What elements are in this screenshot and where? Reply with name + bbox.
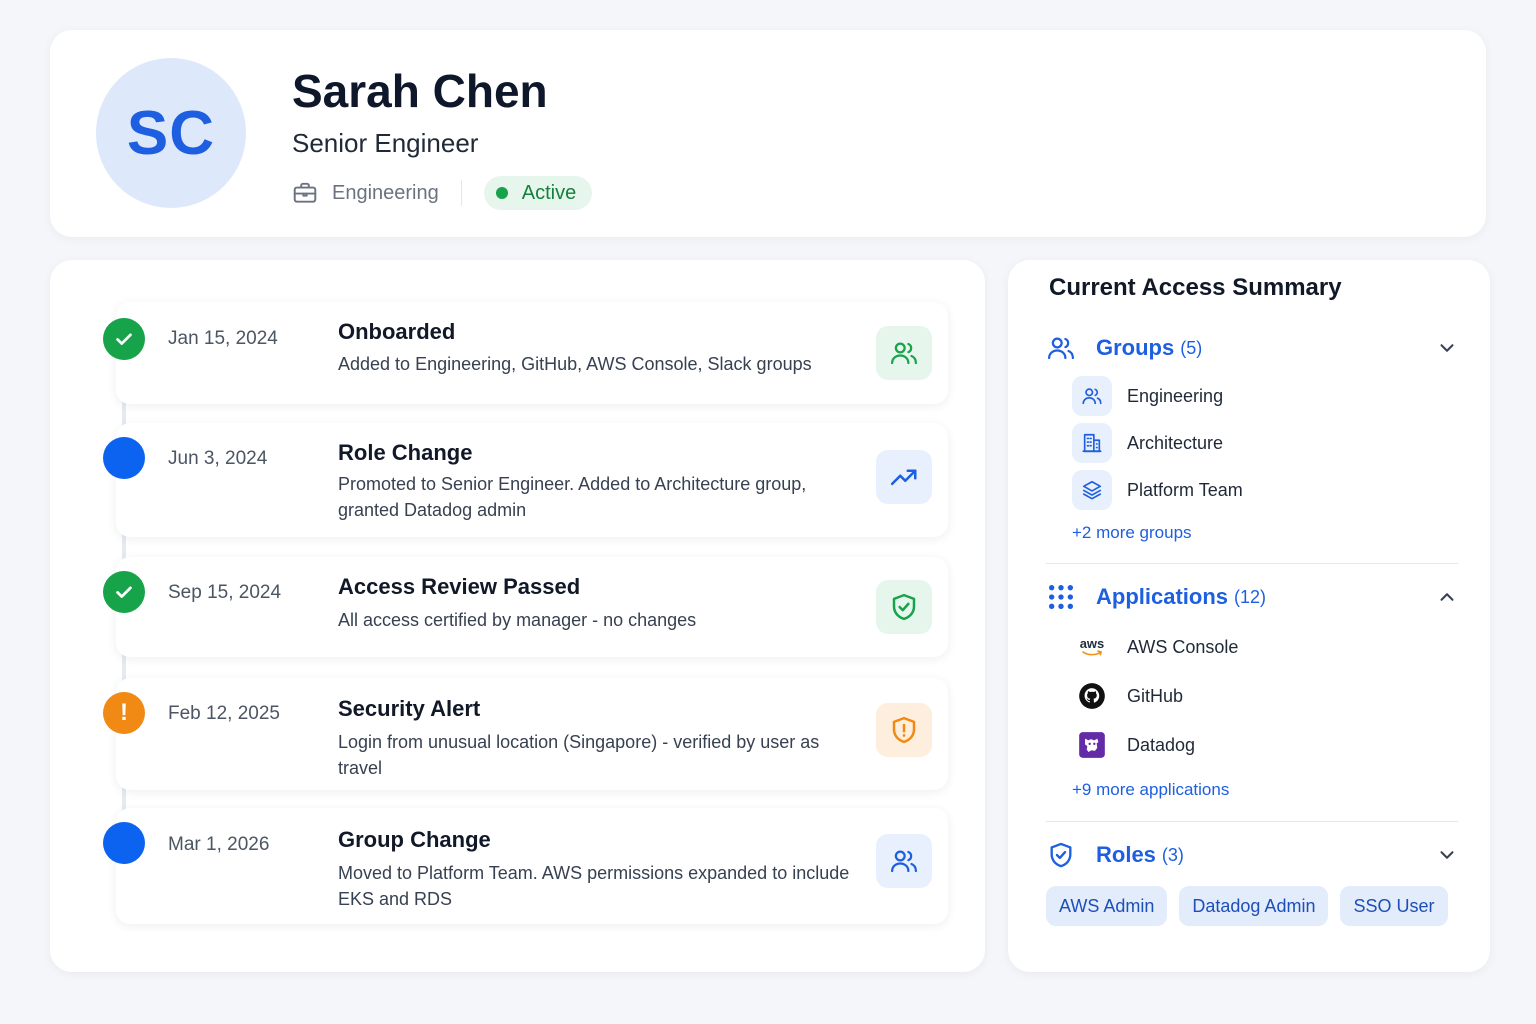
users-icon	[876, 834, 932, 888]
group-item-platform-team[interactable]: Platform Team	[1072, 470, 1243, 510]
aws-logo-icon: aws	[1072, 627, 1112, 667]
more-applications-link[interactable]: +9 more applications	[1072, 780, 1229, 800]
app-label: GitHub	[1127, 685, 1184, 706]
roles-label: Roles	[1096, 842, 1156, 867]
event-title: Security Alert	[338, 696, 481, 721]
groups-label: Groups	[1096, 335, 1175, 360]
groups-section-header[interactable]: Groups (5)	[1046, 330, 1458, 366]
grid-icon	[1046, 582, 1076, 612]
layers-icon	[1072, 470, 1112, 510]
aws-logo-text: aws	[1079, 635, 1105, 651]
chevron-down-icon[interactable]	[1436, 844, 1458, 866]
role-chip[interactable]: AWS Admin	[1046, 886, 1168, 926]
department-label: Engineering	[332, 181, 439, 204]
timeline-event-security-alert[interactable]: Feb 12, 2025 Security Alert Login from u…	[116, 678, 948, 790]
event-description: Promoted to Senior Engineer. Added to Ar…	[338, 474, 807, 520]
trending-up-icon	[876, 450, 932, 504]
section-divider	[1046, 821, 1458, 822]
event-title: Access Review Passed	[338, 574, 581, 599]
event-date: Jan 15, 2024	[168, 328, 278, 349]
applications-label: Applications	[1096, 584, 1229, 609]
access-summary: Current Access Summary Groups (5) Engine…	[1008, 260, 1490, 972]
profile-title: Senior Engineer	[292, 128, 479, 158]
briefcase-icon	[292, 180, 318, 206]
datadog-icon	[1072, 725, 1112, 765]
status-dot-icon	[495, 187, 508, 199]
group-label: Architecture	[1127, 432, 1224, 453]
app-label: Datadog	[1127, 734, 1196, 755]
timeline-event-group-change[interactable]: Mar 1, 2026 Group Change Moved to Platfo…	[116, 808, 948, 924]
building-icon	[1072, 423, 1112, 463]
summary-title: Current Access Summary	[1049, 274, 1342, 301]
event-title: Role Change	[338, 440, 473, 465]
event-description: Added to Engineering, GitHub, AWS Consol…	[338, 354, 812, 374]
event-description: All access certified by manager - no cha…	[338, 610, 697, 630]
shield-check-icon	[876, 580, 932, 634]
shield-alert-icon	[876, 703, 932, 757]
access-timeline: Jan 15, 2024 Onboarded Added to Engineer…	[50, 260, 985, 972]
more-groups-link[interactable]: +2 more groups	[1072, 523, 1192, 543]
chevron-down-icon[interactable]	[1436, 337, 1458, 359]
group-label: Platform Team	[1127, 479, 1243, 500]
timeline-event-role-change[interactable]: Jun 3, 2024 Role Change Promoted to Seni…	[116, 423, 948, 537]
check-circle-icon	[103, 318, 145, 360]
avatar: SC	[96, 58, 246, 208]
event-date: Sep 15, 2024	[168, 582, 282, 603]
timeline-event-access-review[interactable]: Sep 15, 2024 Access Review Passed All ac…	[116, 557, 948, 657]
alert-circle-icon: !	[103, 692, 145, 734]
status-label: Active	[521, 181, 577, 204]
app-label: AWS Console	[1127, 636, 1239, 657]
roles-count: (3)	[1161, 844, 1184, 865]
profile-header: SC Sarah Chen Senior Engineer Engineerin…	[50, 30, 1486, 237]
event-description: Moved to Platform Team. AWS permissions …	[338, 863, 850, 909]
timeline-event-onboarded[interactable]: Jan 15, 2024 Onboarded Added to Engineer…	[116, 302, 948, 404]
users-icon	[1072, 376, 1112, 416]
github-icon	[1072, 676, 1112, 716]
applications-section-header[interactable]: Applications (12)	[1046, 579, 1458, 615]
role-chip[interactable]: Datadog Admin	[1179, 886, 1329, 926]
timeline-dot-icon	[103, 437, 145, 479]
check-circle-icon	[103, 571, 145, 613]
meta-divider	[460, 180, 462, 206]
event-date: Mar 1, 2026	[168, 834, 270, 855]
section-divider	[1046, 563, 1458, 564]
role-chip[interactable]: SSO User	[1340, 886, 1448, 926]
app-item-aws-console[interactable]: aws AWS Console	[1072, 627, 1238, 667]
group-item-architecture[interactable]: Architecture	[1072, 423, 1223, 463]
event-title: Onboarded	[338, 319, 456, 344]
group-label: Engineering	[1127, 385, 1224, 406]
app-item-datadog[interactable]: Datadog	[1072, 725, 1195, 765]
app-item-github[interactable]: GitHub	[1072, 676, 1183, 716]
roles-section-header[interactable]: Roles (3)	[1046, 837, 1458, 873]
applications-count: (12)	[1234, 586, 1267, 607]
profile-meta: Engineering Active	[292, 176, 593, 210]
users-icon	[1046, 333, 1076, 363]
role-chips: AWS Admin Datadog Admin SSO User	[1046, 886, 1460, 926]
status-badge: Active	[483, 176, 593, 210]
event-date: Jun 3, 2024	[168, 448, 268, 469]
timeline-dot-icon	[103, 822, 145, 864]
profile-name: Sarah Chen	[292, 65, 548, 117]
groups-count: (5)	[1180, 337, 1203, 358]
users-icon	[876, 326, 932, 380]
shield-icon	[1046, 840, 1076, 870]
event-title: Group Change	[338, 827, 491, 852]
chevron-up-icon[interactable]	[1436, 586, 1458, 608]
event-date: Feb 12, 2025	[168, 703, 280, 724]
group-item-engineering[interactable]: Engineering	[1072, 376, 1223, 416]
event-description: Login from unusual location (Singapore) …	[338, 732, 820, 778]
